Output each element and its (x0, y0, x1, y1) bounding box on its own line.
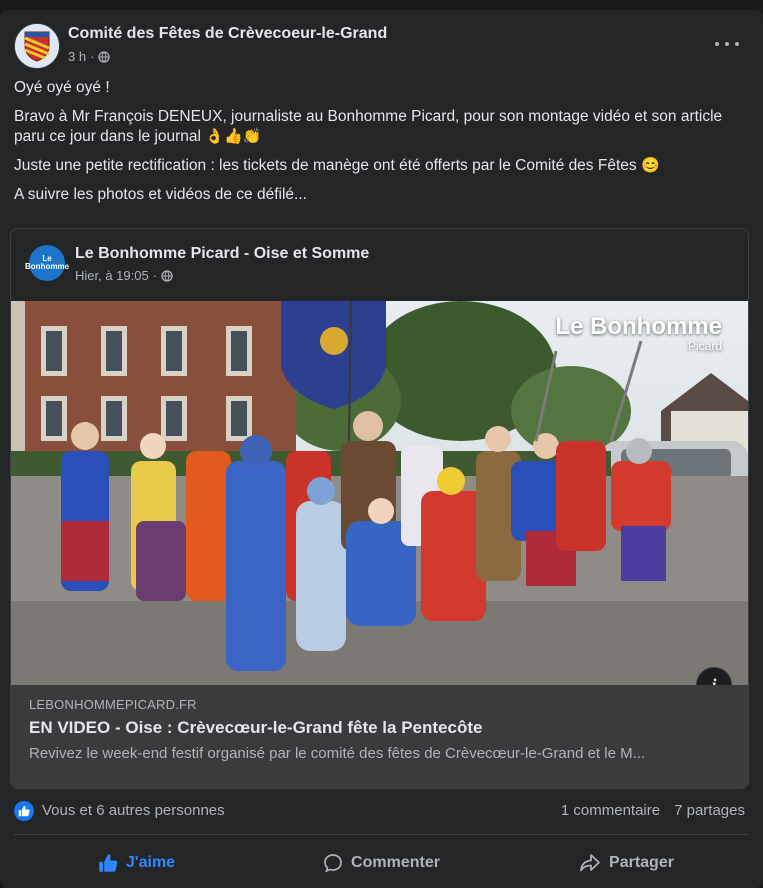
comment-icon (324, 854, 342, 873)
thumbs-up-icon (99, 854, 118, 872)
more-options-icon[interactable] (715, 34, 739, 54)
comment-label: Commenter (351, 854, 440, 871)
link-preview-details[interactable]: LEBONHOMMEPICARD.FR EN VIDEO - Oise : Cr… (11, 685, 748, 788)
post-header: Comité des Fêtes de Crèvecoeur-le-Grand … (14, 22, 749, 70)
shared-post-meta: Hier, à 19:05 · (75, 268, 173, 283)
shared-page-name[interactable]: Le Bonhomme Picard - Oise et Somme (75, 245, 369, 263)
like-button[interactable]: J'aime (14, 844, 259, 882)
link-preview-image[interactable]: Le Bonhomme Picard i (11, 301, 748, 685)
post-paragraph: Oyé oyé oyé ! (14, 79, 110, 96)
page-avatar[interactable] (14, 23, 60, 69)
page-name[interactable]: Comité des Fêtes de Crèvecoeur-le-Grand (68, 25, 387, 43)
post-paragraph: Juste une petite rectification : les tic… (14, 157, 660, 174)
photo-watermark: Le Bonhomme Picard (555, 313, 722, 353)
reaction-bar: Vous et 6 autres personnes 1 commentaire… (14, 800, 745, 824)
post-time[interactable]: 3 h (68, 49, 86, 64)
divider (14, 834, 749, 835)
post-actions: J'aime Commenter Partager (14, 844, 749, 882)
share-icon (580, 854, 600, 872)
post-paragraph: Bravo à Mr François DENEUX, journaliste … (14, 108, 723, 145)
shared-page-avatar[interactable]: Le Bonhomme (25, 245, 69, 281)
link-description: Revivez le week-end festif organisé par … (29, 745, 646, 762)
coat-of-arms-icon (15, 24, 59, 68)
parade-photo (11, 301, 748, 685)
like-label: J'aime (125, 854, 176, 871)
reaction-count[interactable]: Vous et 6 autres personnes (42, 802, 225, 819)
post-card: Comité des Fêtes de Crèvecoeur-le-Grand … (0, 10, 763, 888)
comment-button[interactable]: Commenter (259, 844, 504, 882)
share-button[interactable]: Partager (504, 844, 749, 882)
globe-icon (98, 50, 111, 63)
share-count[interactable]: 7 partages (674, 802, 745, 819)
link-title[interactable]: EN VIDEO - Oise : Crèvecœur-le-Grand fêt… (29, 718, 482, 738)
engagement-counts: 1 commentaire 7 partages (561, 802, 745, 819)
comment-count[interactable]: 1 commentaire (561, 802, 660, 819)
post-meta: 3 h · (68, 49, 111, 64)
link-domain: LEBONHOMMEPICARD.FR (29, 697, 197, 712)
shared-post: Le Bonhomme Le Bonhomme Picard - Oise et… (10, 228, 749, 789)
share-label: Partager (609, 854, 674, 871)
smile-emoji: 😊 (640, 157, 660, 174)
like-reaction-icon[interactable] (14, 801, 34, 821)
post-paragraph: A suivre les photos et vidéos de ce défi… (14, 186, 307, 203)
globe-icon (161, 269, 173, 282)
shared-post-time[interactable]: Hier, à 19:05 (75, 268, 149, 283)
post-text: Oyé oyé oyé ! Bravo à Mr François DENEUX… (14, 78, 743, 214)
emoji-reactions: 👌👍👏 (205, 128, 262, 145)
thumbs-up-icon (18, 805, 30, 817)
